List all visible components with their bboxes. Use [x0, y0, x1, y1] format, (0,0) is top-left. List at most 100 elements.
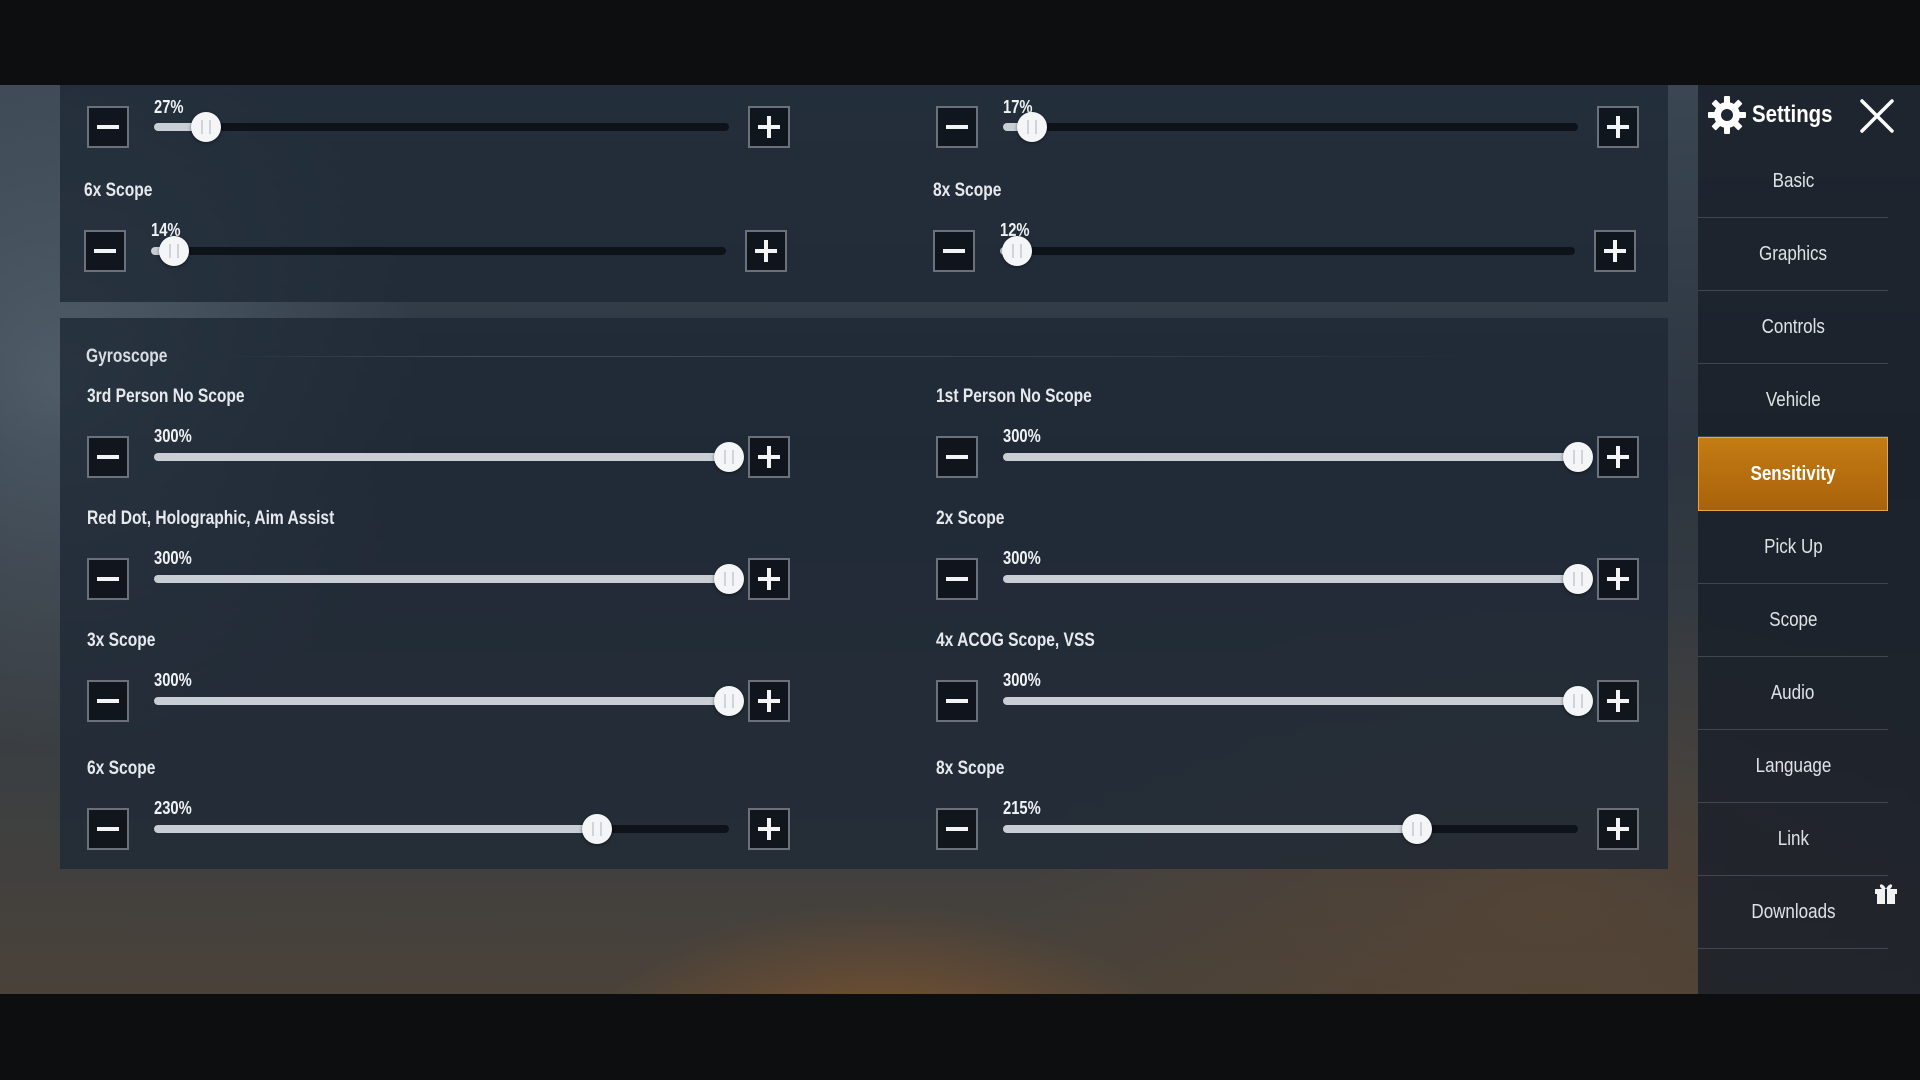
slider-fill — [1003, 575, 1578, 583]
increase-button[interactable] — [748, 680, 790, 722]
camera-setting-8x-scope: 8x Scope 12% — [933, 180, 1643, 280]
decrease-button[interactable] — [87, 106, 129, 148]
value-text: 300% — [1003, 548, 1041, 568]
slider-thumb[interactable] — [1563, 442, 1593, 472]
decrease-button[interactable] — [936, 680, 978, 722]
setting-label: 3x Scope — [87, 630, 156, 651]
slider-track[interactable] — [1003, 686, 1593, 716]
menu-item-basic[interactable]: Basic — [1698, 145, 1888, 218]
gyro-setting-8x-scope: 8x Scope 215% — [936, 758, 1646, 858]
decrease-button[interactable] — [87, 808, 129, 850]
slider-thumb[interactable] — [1016, 112, 1047, 142]
slider-thumb[interactable] — [1563, 564, 1593, 594]
slider-fill — [154, 575, 729, 583]
gyro-setting-6x-scope: 6x Scope 230% — [87, 758, 797, 858]
slider-track[interactable] — [1003, 112, 1578, 142]
slider-thumb[interactable] — [1563, 686, 1593, 716]
decrease-button[interactable] — [936, 106, 978, 148]
slider-track[interactable] — [154, 442, 744, 472]
decrease-button[interactable] — [84, 230, 126, 272]
minus-icon — [946, 699, 968, 703]
slider-thumb[interactable] — [581, 814, 612, 844]
increase-button[interactable] — [748, 106, 790, 148]
gift-icon — [1875, 884, 1897, 904]
value-text: 300% — [1003, 670, 1041, 690]
increase-button[interactable] — [1594, 230, 1636, 272]
setting-label: 4x ACOG Scope, VSS — [936, 630, 1095, 651]
gyroscope-sensitivity-panel: Gyroscope 3rd Person No Scope 300% 1st P… — [60, 318, 1668, 869]
menu-item-sensitivity[interactable]: Sensitivity — [1698, 437, 1888, 511]
slider-thumb[interactable] — [1402, 814, 1432, 844]
slider-track[interactable] — [1003, 814, 1578, 844]
slider-thumb[interactable] — [190, 112, 221, 142]
slider-track[interactable] — [154, 564, 744, 594]
menu-item-vehicle[interactable]: Vehicle — [1698, 364, 1888, 437]
menu-item-label: Graphics — [1758, 243, 1828, 265]
minus-icon — [946, 455, 968, 459]
increase-button[interactable] — [1597, 436, 1639, 478]
menu-item-controls[interactable]: Controls — [1698, 291, 1888, 364]
increase-button[interactable] — [748, 436, 790, 478]
slider-track[interactable] — [151, 236, 726, 266]
slider-thumb[interactable] — [714, 564, 744, 594]
decrease-button[interactable] — [936, 436, 978, 478]
slider-fill — [1003, 825, 1417, 833]
gear-icon — [1708, 96, 1746, 134]
increase-button[interactable] — [1597, 106, 1639, 148]
menu-item-audio[interactable]: Audio — [1698, 657, 1888, 730]
game-settings-screen: 27% 17% 6x Scope 14% 8x Scope 12% Gyrosc… — [0, 85, 1920, 994]
close-icon[interactable] — [1854, 93, 1900, 139]
decrease-button[interactable] — [933, 230, 975, 272]
menu-item-label: Language — [1755, 755, 1831, 777]
menu-item-label: Pick Up — [1763, 536, 1823, 558]
value-text: 215% — [1003, 798, 1041, 818]
menu-item-label: Link — [1777, 828, 1809, 850]
setting-label: 8x Scope — [936, 758, 1005, 779]
minus-icon — [97, 577, 119, 581]
increase-button[interactable] — [1597, 680, 1639, 722]
slider-fill — [154, 825, 597, 833]
menu-item-downloads[interactable]: Downloads — [1698, 876, 1888, 949]
setting-label: 1st Person No Scope — [936, 386, 1092, 407]
decrease-button[interactable] — [87, 436, 129, 478]
settings-title: Settings — [1752, 101, 1833, 128]
setting-label: 6x Scope — [87, 758, 156, 779]
slider-track[interactable] — [154, 686, 744, 716]
increase-button[interactable] — [748, 808, 790, 850]
slider-track[interactable] — [154, 814, 729, 844]
setting-label: 2x Scope — [936, 508, 1005, 529]
minus-icon — [97, 827, 119, 831]
menu-item-link[interactable]: Link — [1698, 803, 1888, 876]
menu-item-language[interactable]: Language — [1698, 730, 1888, 803]
decrease-button[interactable] — [87, 680, 129, 722]
value-text: 27% — [154, 97, 184, 117]
camera-sensitivity-panel: 27% 17% 6x Scope 14% 8x Scope 12% — [60, 85, 1668, 302]
slider-thumb[interactable] — [1002, 236, 1033, 266]
slider-track[interactable] — [1000, 236, 1575, 266]
menu-item-label: Controls — [1761, 316, 1825, 338]
menu-item-graphics[interactable]: Graphics — [1698, 218, 1888, 291]
decrease-button[interactable] — [87, 558, 129, 600]
slider-track[interactable] — [1003, 442, 1593, 472]
slider-track[interactable] — [154, 112, 729, 142]
menu-item-label: Downloads — [1750, 901, 1836, 923]
increase-button[interactable] — [1597, 558, 1639, 600]
gyro-setting-4x-acog-scope: 4x ACOG Scope, VSS 300% — [936, 630, 1646, 730]
increase-button[interactable] — [745, 230, 787, 272]
decrease-button[interactable] — [936, 558, 978, 600]
menu-item-pick-up[interactable]: Pick Up — [1698, 511, 1888, 584]
decrease-button[interactable] — [936, 808, 978, 850]
slider-track[interactable] — [1003, 564, 1593, 594]
value-text: 300% — [1003, 426, 1041, 446]
gyro-setting-red-dot: Red Dot, Holographic, Aim Assist 300% — [87, 508, 797, 608]
slider-thumb[interactable] — [714, 686, 744, 716]
value-text: 300% — [154, 548, 192, 568]
increase-button[interactable] — [748, 558, 790, 600]
menu-item-scope[interactable]: Scope — [1698, 584, 1888, 657]
slider-thumb[interactable] — [714, 442, 744, 472]
increase-button[interactable] — [1597, 808, 1639, 850]
gyro-setting-3rd-person-no-scope: 3rd Person No Scope 300% — [87, 386, 797, 486]
minus-icon — [946, 125, 968, 129]
setting-label: 6x Scope — [84, 180, 153, 201]
slider-thumb[interactable] — [159, 236, 189, 266]
